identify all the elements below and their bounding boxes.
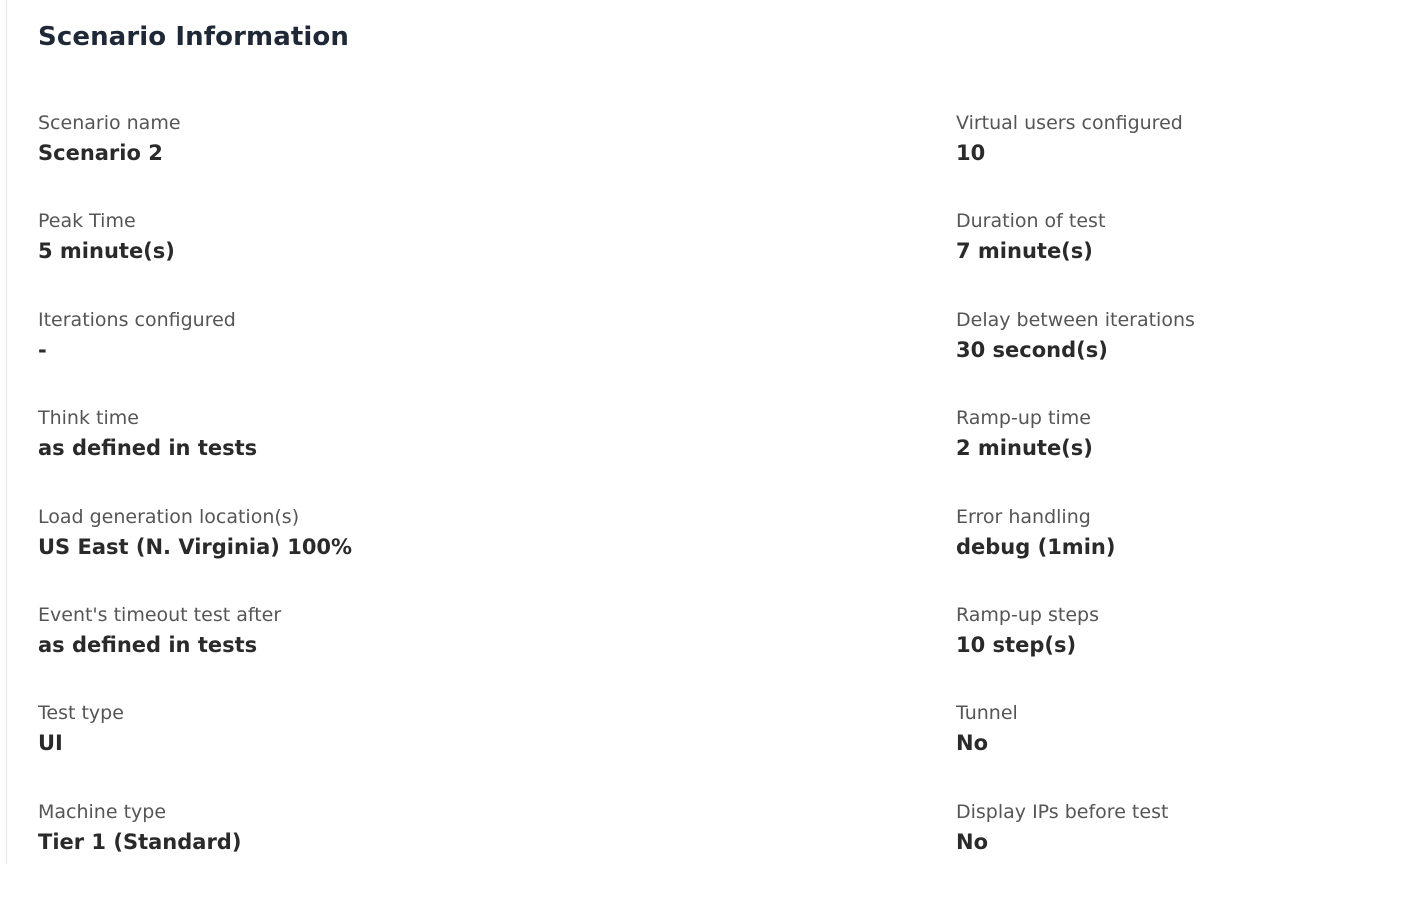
field-label: Scenario name: [38, 112, 181, 134]
field-peak-time: Peak Time 5 minute(s): [38, 208, 352, 306]
field-load-generation-locations: Load generation location(s) US East (N. …: [38, 504, 352, 602]
field-delay-between-iterations: Delay between iterations 30 second(s): [956, 307, 1195, 405]
field-value: debug (1min): [956, 534, 1116, 559]
field-value: 5 minute(s): [38, 239, 175, 264]
field-label: Think time: [38, 407, 139, 430]
field-label: Virtual users configured: [956, 112, 1183, 134]
field-iterations-configured: Iterations configured -: [38, 307, 352, 405]
field-label: Ramp-up steps: [956, 603, 1099, 626]
field-value: Tier 1 (Standard): [38, 829, 242, 854]
field-label: Delay between iterations: [956, 308, 1195, 331]
field-value: 10: [956, 141, 986, 165]
field-value: 30 second(s): [956, 337, 1108, 362]
field-value: 10 step(s): [956, 632, 1077, 657]
field-think-time: Think time as defined in tests: [38, 405, 352, 503]
field-virtual-users: Virtual users configured 10: [956, 110, 1195, 208]
field-label: Tunnel: [956, 702, 1018, 725]
right-column: Virtual users configured 10 Duration of …: [956, 110, 1195, 897]
field-label: Load generation location(s): [38, 505, 300, 528]
field-label: Test type: [38, 702, 124, 725]
field-ramp-up-steps: Ramp-up steps 10 step(s): [956, 602, 1195, 700]
section-title: Scenario Information: [38, 22, 350, 52]
field-test-type: Test type UI: [38, 700, 352, 798]
field-value: US East (N. Virginia) 100%: [38, 534, 353, 559]
field-scenario-name: Scenario name Scenario 2: [38, 110, 352, 208]
field-display-ips-before-test: Display IPs before test No: [956, 799, 1195, 897]
field-error-handling: Error handling debug (1min): [956, 504, 1195, 602]
field-value: -: [38, 337, 47, 362]
field-value: 7 minute(s): [956, 239, 1093, 264]
field-label: Machine type: [38, 800, 167, 823]
field-value: No: [956, 829, 989, 854]
field-label: Duration of test: [956, 210, 1106, 233]
field-value: 2 minute(s): [956, 436, 1093, 461]
field-machine-type: Machine type Tier 1 (Standard): [38, 799, 352, 897]
field-duration-of-test: Duration of test 7 minute(s): [956, 208, 1195, 306]
field-value: Scenario 2: [38, 141, 163, 165]
field-label: Ramp-up time: [956, 407, 1091, 430]
field-value: as defined in tests: [38, 632, 258, 657]
field-label: Peak Time: [38, 210, 136, 233]
field-ramp-up-time: Ramp-up time 2 minute(s): [956, 405, 1195, 503]
field-label: Iterations configured: [38, 308, 236, 331]
field-label: Error handling: [956, 505, 1091, 528]
field-value: as defined in tests: [38, 436, 258, 461]
field-value: No: [956, 731, 989, 756]
field-tunnel: Tunnel No: [956, 700, 1195, 798]
field-event-timeout: Event's timeout test after as defined in…: [38, 602, 352, 700]
field-label: Display IPs before test: [956, 800, 1169, 823]
field-value: UI: [38, 731, 63, 756]
scenario-information-panel: Scenario Information Scenario name Scena…: [6, 0, 1426, 864]
left-column: Scenario name Scenario 2 Peak Time 5 min…: [38, 110, 352, 897]
field-label: Event's timeout test after: [38, 603, 282, 626]
